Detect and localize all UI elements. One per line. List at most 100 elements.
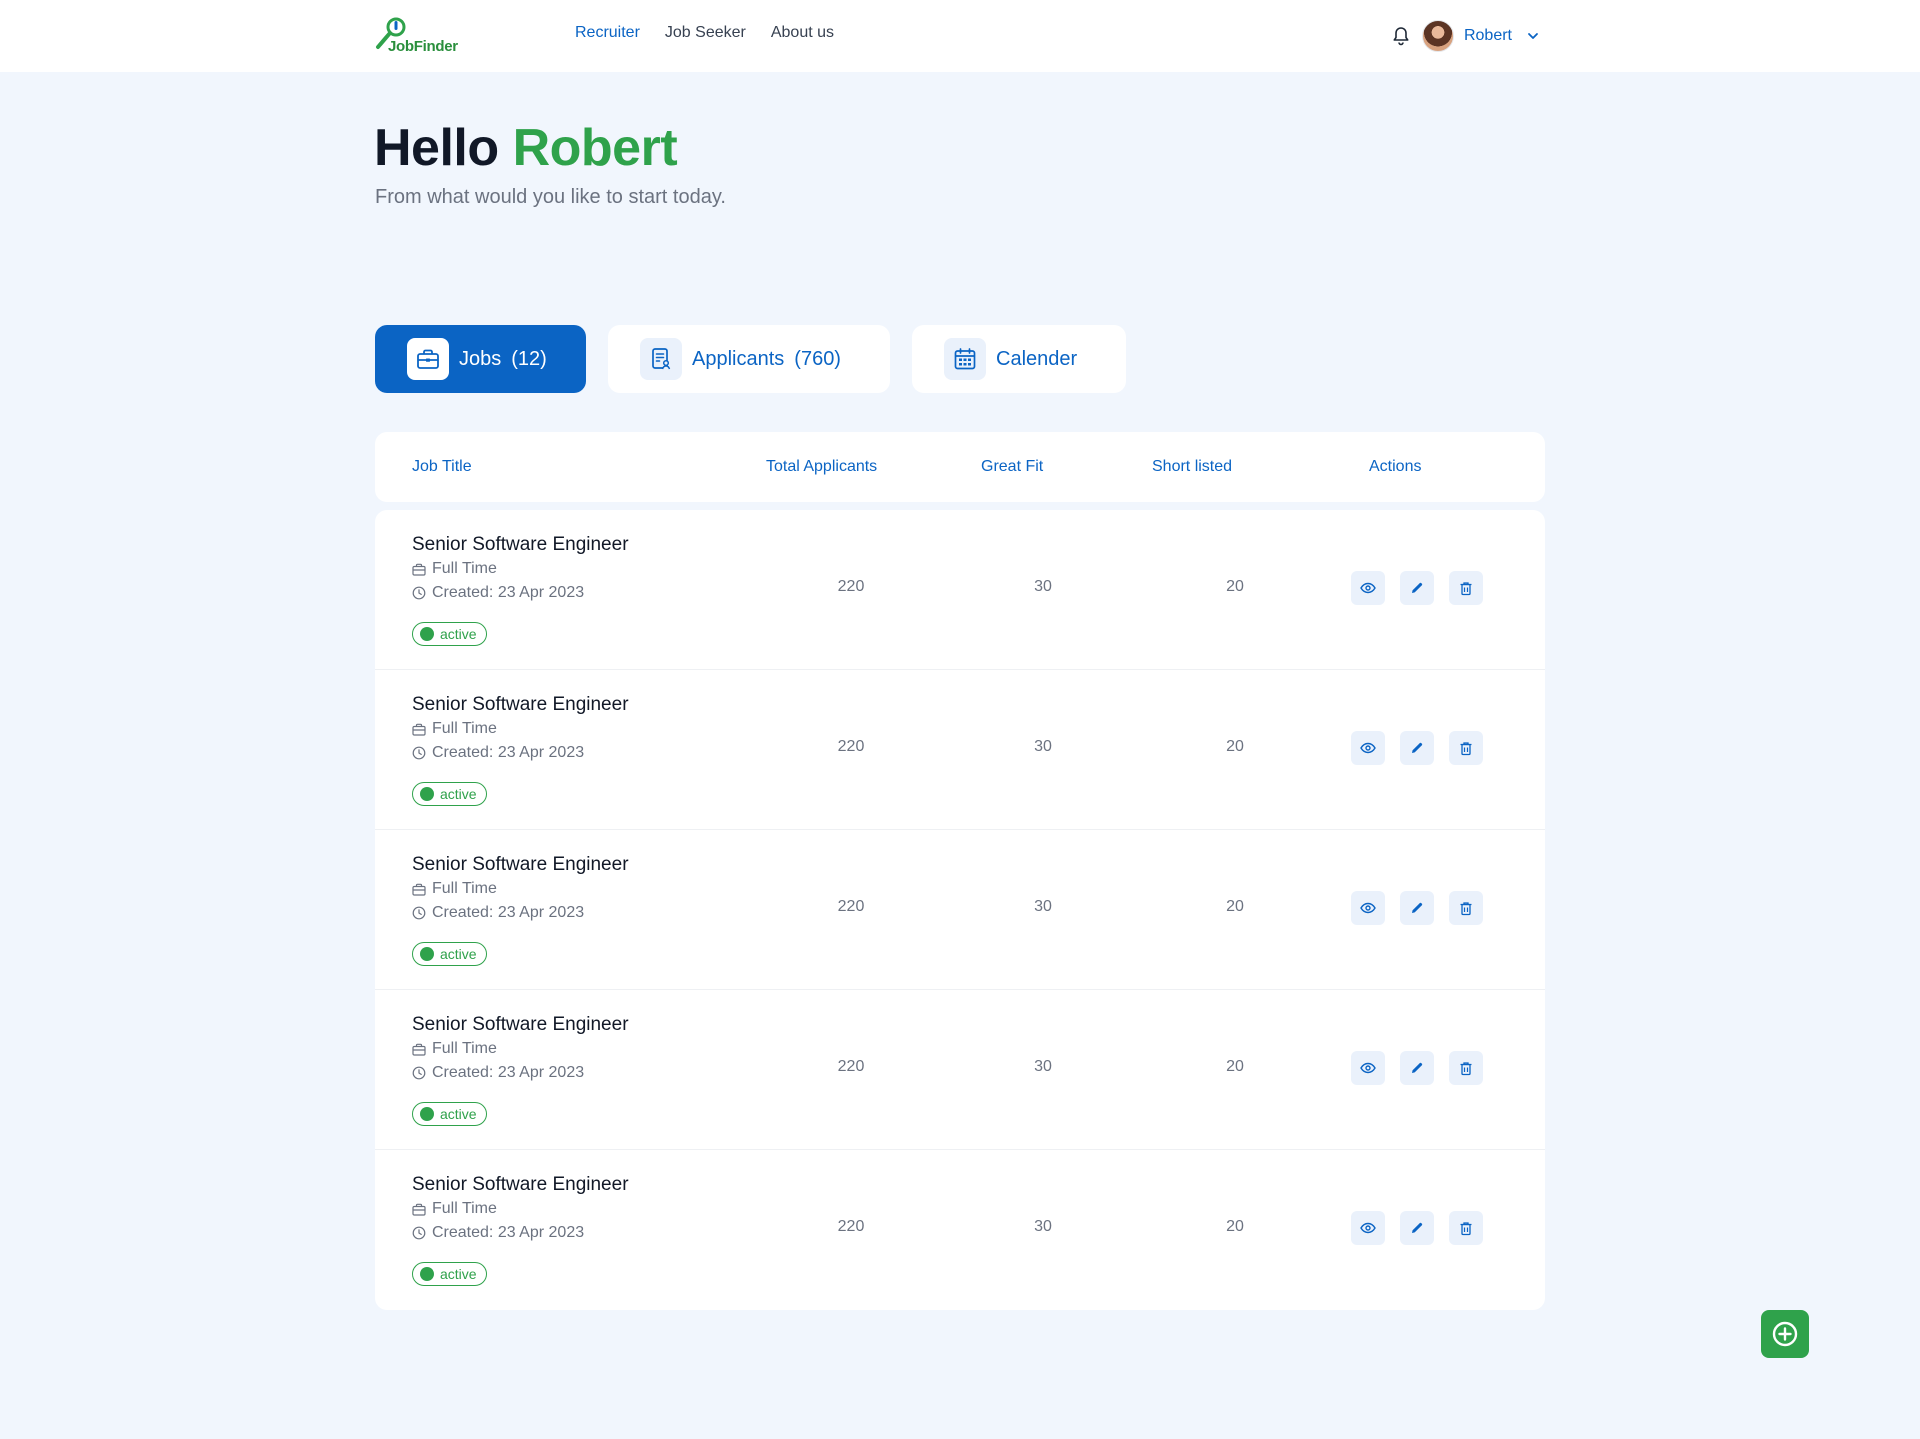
status-badge: active <box>412 782 487 806</box>
clock-icon <box>412 586 426 600</box>
clock-icon <box>412 1066 426 1080</box>
total-applicants-value: 220 <box>837 898 865 915</box>
eye-icon <box>1360 582 1376 594</box>
job-created-label: Created: 23 Apr 2023 <box>432 1064 585 1081</box>
view-job-button[interactable] <box>1351 1051 1385 1085</box>
tab-calendar[interactable]: Calender <box>912 325 1126 393</box>
briefcase-icon <box>412 883 426 896</box>
job-type: Full Time <box>412 1040 497 1058</box>
tab-jobs[interactable]: Jobs (12) <box>375 325 586 393</box>
delete-job-button[interactable] <box>1449 1051 1483 1085</box>
briefcase-icon <box>412 1203 426 1216</box>
short-listed-value: 20 <box>1226 1218 1244 1235</box>
tab-applicants[interactable]: Applicants (760) <box>608 325 890 393</box>
job-title[interactable]: Senior Software Engineer <box>412 854 629 876</box>
job-type-label: Full Time <box>432 560 497 577</box>
jobs-table-header: Job Title Total Applicants Great Fit Sho… <box>375 432 1545 502</box>
great-fit-value: 30 <box>1034 1218 1052 1235</box>
chevron-down-icon[interactable] <box>1526 29 1540 43</box>
plus-circle-icon <box>1772 1321 1798 1347</box>
job-type-label: Full Time <box>432 1200 497 1217</box>
column-header-job-title: Job Title <box>412 458 472 475</box>
table-row: Senior Software Engineer Full Time Created… <box>375 670 1545 830</box>
job-created-date: Created: 23 Apr 2023 <box>412 744 584 762</box>
tab-jobs-label: Jobs <box>459 347 502 370</box>
short-listed-value: 20 <box>1226 738 1244 755</box>
job-created-label: Created: 23 Apr 2023 <box>432 584 585 601</box>
eye-icon <box>1360 742 1376 754</box>
user-name[interactable]: Robert <box>1464 27 1512 45</box>
jobfinder-logo[interactable]: JobFinder <box>374 16 470 56</box>
table-row: Senior Software Engineer Full Time Created… <box>375 1150 1545 1310</box>
briefcase-icon <box>412 563 426 576</box>
nav-recruiter[interactable]: Recruiter <box>575 24 640 42</box>
job-created-date: Created: 23 Apr 2023 <box>412 1224 584 1242</box>
trash-icon <box>1460 1221 1472 1235</box>
delete-job-button[interactable] <box>1449 731 1483 765</box>
delete-job-button[interactable] <box>1449 1211 1483 1245</box>
logo-text: JobFinder <box>388 38 458 55</box>
view-job-button[interactable] <box>1351 571 1385 605</box>
status-dot <box>420 1107 434 1121</box>
applicant-document-icon <box>640 338 682 380</box>
trash-icon <box>1460 1061 1472 1075</box>
trash-icon <box>1460 741 1472 755</box>
edit-job-button[interactable] <box>1400 1211 1434 1245</box>
greeting-subtitle: From what would you like to start today. <box>375 186 726 208</box>
total-applicants-value: 220 <box>837 578 865 595</box>
user-menu[interactable]: Robert <box>1390 18 1540 54</box>
status-label: active <box>440 626 477 642</box>
briefcase-icon <box>412 723 426 736</box>
briefcase-icon <box>407 338 449 380</box>
status-dot <box>420 787 434 801</box>
nav-job-seeker[interactable]: Job Seeker <box>665 24 746 42</box>
trash-icon <box>1460 901 1472 915</box>
nav-about-us[interactable]: About us <box>771 24 834 42</box>
add-job-button[interactable] <box>1761 1310 1809 1358</box>
delete-job-button[interactable] <box>1449 571 1483 605</box>
top-navigation-bar: JobFinder Recruiter Job Seeker About us … <box>0 0 1920 72</box>
eye-icon <box>1360 902 1376 914</box>
tab-jobs-count: (12) <box>511 347 547 370</box>
job-type-label: Full Time <box>432 720 497 737</box>
job-created-date: Created: 23 Apr 2023 <box>412 584 584 602</box>
total-applicants-value: 220 <box>837 1218 865 1235</box>
great-fit-value: 30 <box>1034 738 1052 755</box>
clock-icon <box>412 1226 426 1240</box>
edit-job-button[interactable] <box>1400 891 1434 925</box>
status-dot <box>420 627 434 641</box>
edit-job-button[interactable] <box>1400 1051 1434 1085</box>
view-job-button[interactable] <box>1351 891 1385 925</box>
eye-icon <box>1360 1222 1376 1234</box>
clock-icon <box>412 906 426 920</box>
job-type: Full Time <box>412 880 497 898</box>
tab-applicants-label: Applicants <box>692 347 785 370</box>
bell-icon[interactable] <box>1390 25 1412 47</box>
great-fit-value: 30 <box>1034 898 1052 915</box>
job-title[interactable]: Senior Software Engineer <box>412 534 629 556</box>
table-row: Senior Software Engineer Full Time Created… <box>375 990 1545 1150</box>
edit-job-button[interactable] <box>1400 571 1434 605</box>
job-type: Full Time <box>412 1200 497 1218</box>
view-job-button[interactable] <box>1351 731 1385 765</box>
pencil-icon <box>1412 582 1423 593</box>
job-type-label: Full Time <box>432 880 497 897</box>
status-label: active <box>440 1106 477 1122</box>
status-label: active <box>440 786 477 802</box>
great-fit-value: 30 <box>1034 578 1052 595</box>
edit-job-button[interactable] <box>1400 731 1434 765</box>
short-listed-value: 20 <box>1226 578 1244 595</box>
pencil-icon <box>1412 742 1423 753</box>
avatar[interactable] <box>1421 20 1454 52</box>
job-title[interactable]: Senior Software Engineer <box>412 1014 629 1036</box>
table-row: Senior Software Engineer Full Time Created… <box>375 510 1545 670</box>
page-greeting: Hello Robert <box>374 118 678 178</box>
tab-calendar-label: Calender <box>996 347 1078 370</box>
status-label: active <box>440 1266 477 1282</box>
greeting-name: Robert <box>512 119 678 177</box>
trash-icon <box>1460 581 1472 595</box>
delete-job-button[interactable] <box>1449 891 1483 925</box>
job-title[interactable]: Senior Software Engineer <box>412 1174 629 1196</box>
job-title[interactable]: Senior Software Engineer <box>412 694 629 716</box>
view-job-button[interactable] <box>1351 1211 1385 1245</box>
